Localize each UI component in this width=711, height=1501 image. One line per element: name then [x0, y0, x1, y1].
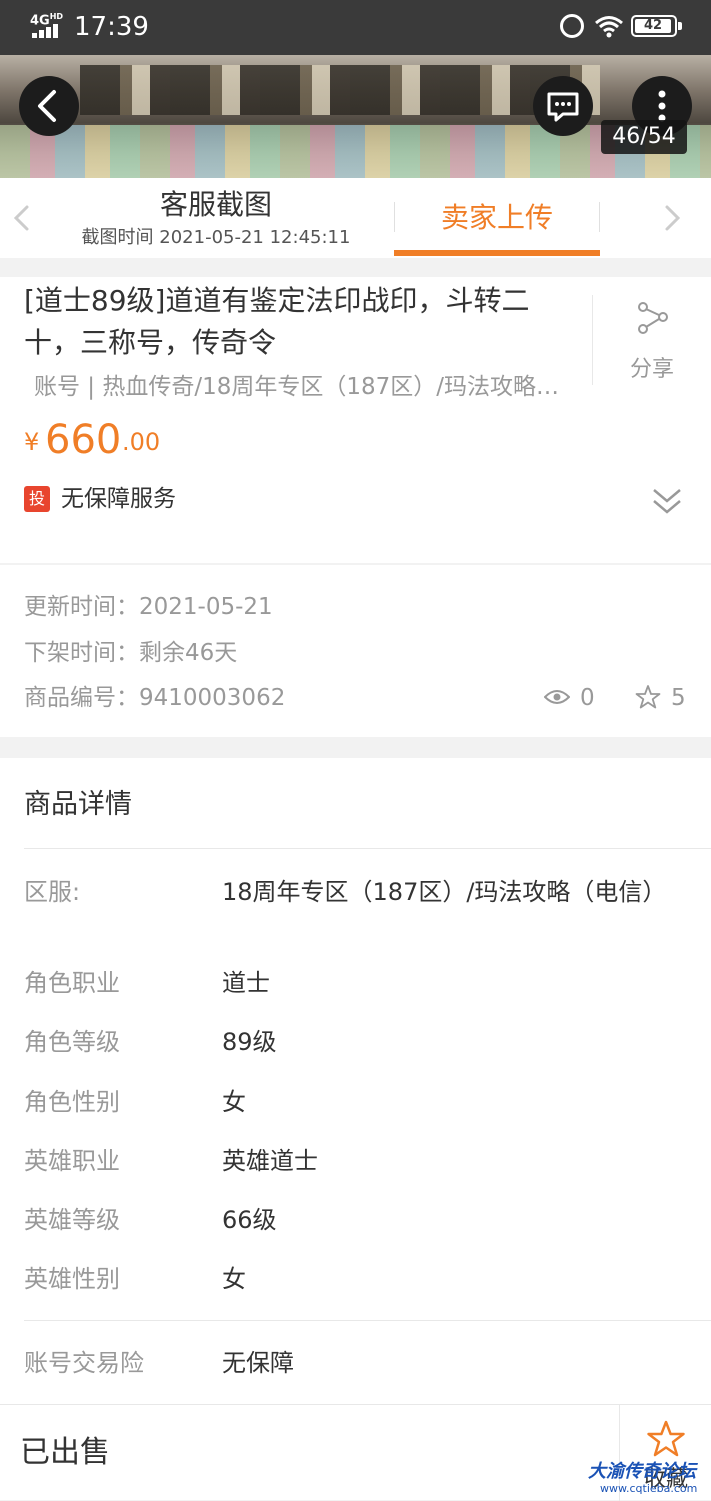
star-icon: [647, 1420, 685, 1457]
detail-value: 女: [222, 1088, 246, 1116]
item-number: 商品编号：9410003062: [24, 685, 286, 711]
tab-divider: [599, 202, 600, 232]
favorite-count: 5: [671, 685, 686, 711]
detail-value: 英雄道士: [222, 1147, 318, 1175]
watermark-url: www.cqtieba.com: [600, 1482, 698, 1495]
chevron-left-icon: [38, 90, 56, 122]
star-icon: [635, 685, 661, 709]
image-source-tabs: 客服截图 截图时间 2021-05-21 12:45:11 卖家上传: [0, 178, 711, 258]
detail-value: 18周年专区（187区）/玛法攻略（电信）: [222, 878, 667, 906]
sold-status: 已出售: [20, 1435, 110, 1470]
chevron-right-icon[interactable]: [654, 200, 690, 236]
product-image-gallery[interactable]: [0, 55, 711, 178]
battery-icon: 42: [631, 15, 677, 37]
detail-label: 英雄职业: [24, 1147, 120, 1175]
update-time: 更新时间：2021-05-21: [24, 594, 273, 620]
detail-value: 66级: [222, 1206, 277, 1234]
detail-label: 角色性别: [24, 1088, 120, 1116]
price-decimal: .00: [122, 428, 161, 456]
guarantee-badge: 投: [24, 486, 50, 512]
share-label: 分享: [629, 357, 674, 382]
image-counter: 46/54: [601, 120, 687, 154]
clock: 17:39: [74, 12, 149, 42]
expand-down-icon[interactable]: [650, 484, 684, 518]
back-button[interactable]: [19, 76, 79, 136]
details-card: [0, 758, 711, 1404]
detail-value: 女: [222, 1265, 246, 1293]
wifi-icon: [595, 16, 623, 38]
share-button[interactable]: 分享: [592, 295, 710, 385]
detail-label: 角色职业: [24, 969, 120, 997]
details-section-title: 商品详情: [24, 789, 132, 820]
battery-tip: [678, 22, 682, 30]
detail-label: 英雄性别: [24, 1265, 120, 1293]
price: 660: [45, 417, 122, 463]
detail-label: 区服:: [24, 878, 81, 906]
eye-icon: [544, 690, 570, 704]
view-count: 0: [580, 685, 595, 711]
battery-level: 42: [635, 19, 671, 33]
tab-seller-upload[interactable]: 卖家上传: [394, 198, 600, 238]
share-icon: [638, 302, 668, 334]
detail-label: 英雄等级: [24, 1206, 120, 1234]
product-title: [道士89级]道道有鉴定法印战印，斗转二十，三称号，传奇令: [24, 284, 530, 359]
chat-icon: [547, 92, 579, 122]
active-tab-indicator: [394, 250, 600, 256]
signal-icon: [32, 24, 62, 38]
currency-symbol: ¥: [24, 428, 40, 456]
status-bar: 4GHD 17:39 42: [0, 0, 711, 55]
detail-value: 89级: [222, 1028, 277, 1056]
alarm-icon: [560, 14, 584, 38]
screenshot-time: 截图时间 2021-05-21 12:45:11: [81, 227, 351, 248]
detail-label: 账号交易险: [24, 1349, 144, 1377]
detail-label: 角色等级: [24, 1028, 120, 1056]
detail-value: 道士: [222, 969, 270, 997]
watermark: 大渝传奇论坛: [588, 1461, 696, 1482]
detail-value: 无保障: [222, 1349, 294, 1377]
gallery-image-strip: [80, 65, 600, 115]
delist-time: 下架时间：剩余46天: [24, 640, 238, 666]
guarantee-service[interactable]: 无保障服务: [61, 484, 176, 514]
product-category: 账号 | 热血传奇/18周年专区（187区）/玛法攻略（电信）: [34, 374, 564, 400]
message-button[interactable]: [533, 76, 593, 136]
divider: [24, 1320, 711, 1321]
divider: [24, 848, 711, 849]
tab-service-screenshot-label: 客服截图: [159, 188, 272, 221]
